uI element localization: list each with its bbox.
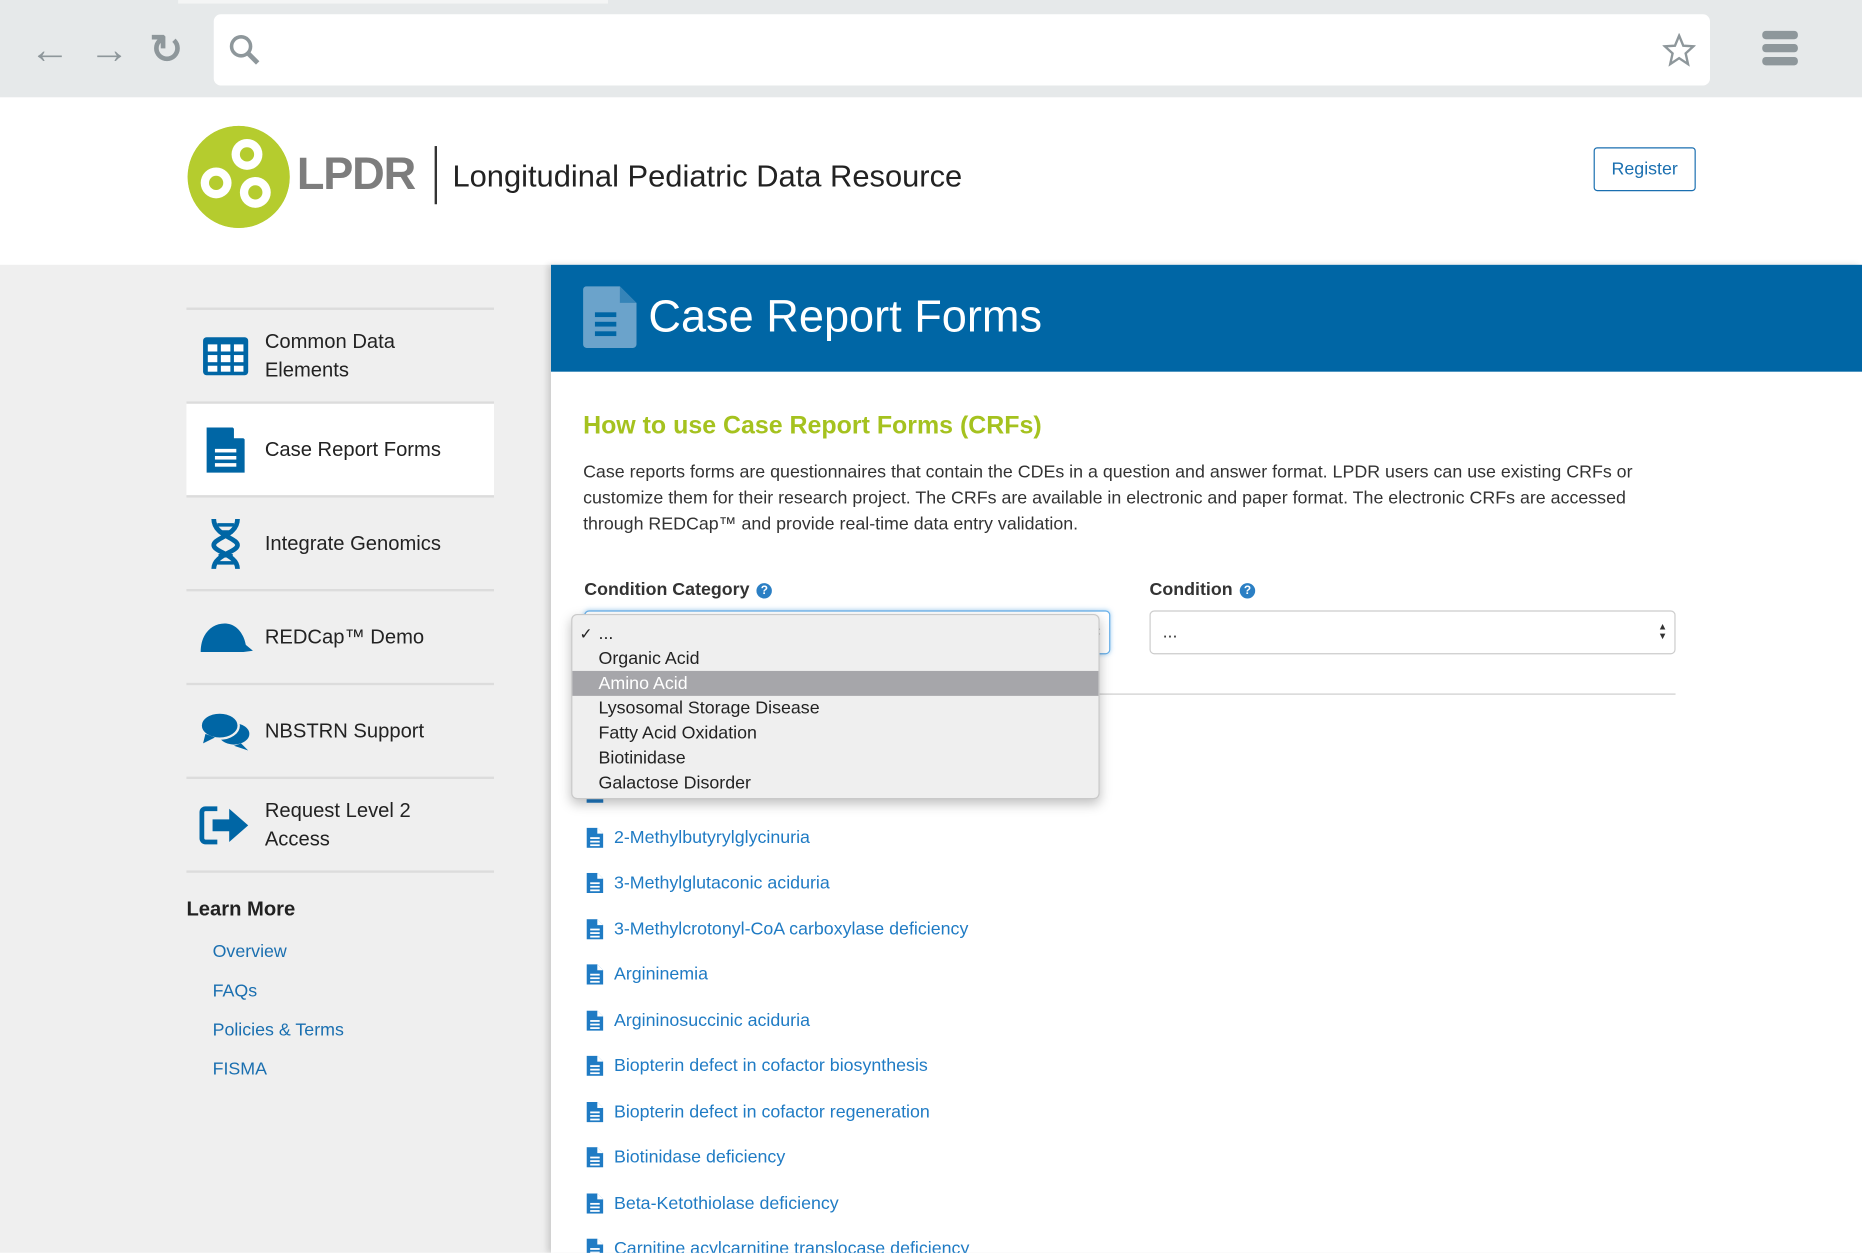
form-link[interactable]: Biotinidase deficiency — [586, 1144, 786, 1170]
option-label: Biotinidase — [598, 748, 686, 769]
document-icon — [586, 1238, 604, 1253]
page: ← → ↻ LPDR Longitudinal Pediatric Data R… — [0, 0, 1862, 1253]
sidebar-item-label: Integrate Genomics — [264, 531, 441, 554]
dropdown-option[interactable]: Fatty Acid Oxidation — [572, 721, 1098, 746]
option-label: Galactose Disorder — [598, 773, 751, 794]
form-link[interactable]: Beta-Ketothiolase deficiency — [586, 1190, 839, 1216]
document-icon — [186, 425, 264, 475]
reload-icon[interactable]: ↻ — [145, 29, 188, 72]
form-name: Biopterin defect in cofactor regeneratio… — [613, 1101, 930, 1122]
sidebar-item-common-data-elements[interactable]: Common Data Elements — [186, 307, 494, 402]
learn-more-heading: Learn More — [186, 897, 296, 921]
form-link[interactable]: 2-Methylbutyrylglycinuria — [586, 824, 810, 850]
header-divider — [434, 146, 437, 205]
form-link[interactable]: Biopterin defect in cofactor regeneratio… — [586, 1098, 930, 1124]
condition-select[interactable]: ... ▲ ▼ — [1149, 610, 1676, 655]
form-link[interactable]: Argininosuccinic aciduria — [586, 1007, 810, 1033]
select-arrows-icon: ▲▼ — [1657, 621, 1668, 642]
lpdr-logo-icon — [187, 125, 290, 228]
form-link[interactable]: Argininemia — [586, 961, 709, 987]
dropdown-option[interactable]: ✓... — [572, 621, 1098, 646]
dropdown-option[interactable]: Amino Acid — [572, 670, 1099, 696]
label-text: Condition — [1149, 579, 1233, 600]
form-name: Biotinidase deficiency — [613, 1147, 786, 1168]
document-icon — [586, 1009, 604, 1031]
form-link[interactable]: Carnitine acylcarnitine translocase defi… — [586, 1236, 970, 1253]
page-title: Case Report Forms — [648, 292, 1043, 342]
form-name: Argininosuccinic aciduria — [613, 1009, 810, 1031]
sidebar-item-label: NBSTRN Support — [264, 719, 425, 742]
document-icon — [586, 827, 604, 848]
cap-icon — [186, 620, 264, 653]
option-label: Amino Acid — [598, 673, 688, 694]
faqs-link[interactable]: FAQs — [213, 981, 258, 1001]
dropdown-option[interactable]: Galactose Disorder — [572, 771, 1098, 796]
sidebar-item-nbstrn-support[interactable]: NBSTRN Support — [186, 682, 494, 777]
option-label: ... — [598, 623, 614, 644]
select-value: ... — [1162, 622, 1178, 643]
sidebar-item-label: Request Level 2 Access — [264, 798, 411, 850]
form-link[interactable]: 3-Methylcrotonyl-CoA carboxylase deficie… — [586, 916, 969, 942]
dropdown-option[interactable]: Biotinidase — [572, 746, 1098, 771]
address-bar[interactable] — [213, 14, 1710, 86]
dropdown-option[interactable]: Organic Acid — [572, 646, 1098, 671]
sidebar-item-integrate-genomics[interactable]: Integrate Genomics — [186, 495, 494, 589]
form-name: Argininemia — [613, 964, 709, 985]
chat-bubbles-icon — [186, 710, 264, 753]
forward-icon[interactable]: → — [88, 29, 131, 72]
sidebar-item-label: REDCap™ Demo — [264, 625, 425, 648]
document-icon — [586, 1192, 604, 1214]
menu-icon[interactable] — [1762, 30, 1798, 70]
form-link[interactable]: 3-Methylglutaconic aciduria — [586, 870, 830, 896]
form-link[interactable]: Biopterin defect in cofactor biosynthesi… — [586, 1053, 928, 1079]
intro-paragraph: Case reports forms are questionnaires th… — [583, 461, 1633, 535]
condition-category-label: Condition Category? — [584, 579, 773, 600]
sidebar-item-case-report-forms[interactable]: Case Report Forms — [186, 401, 494, 496]
policies-terms-link[interactable]: Policies & Terms — [213, 1020, 344, 1040]
dna-icon — [186, 516, 264, 571]
fisma-link[interactable]: FISMA — [213, 1059, 267, 1079]
option-label: Fatty Acid Oxidation — [598, 723, 757, 744]
form-name: Carnitine acylcarnitine translocase defi… — [613, 1238, 970, 1253]
form-name: Biopterin defect in cofactor biosynthesi… — [613, 1055, 928, 1076]
form-name: 2-Methylbutyrylglycinuria — [613, 827, 810, 848]
form-name: 3-Methylglutaconic aciduria — [613, 872, 830, 893]
table-grid-icon — [186, 335, 264, 375]
sidebar-item-redcap-demo[interactable]: REDCap™ Demo — [186, 589, 494, 683]
sidebar-item-label: Common Data Elements — [264, 329, 395, 381]
condition-category-dropdown: ✓... Organic Acid Amino Acid Lysosomal Stor… — [571, 613, 1100, 800]
option-label: Lysosomal Storage Disease — [598, 698, 820, 719]
label-text: Condition Category — [584, 579, 750, 600]
document-icon — [586, 918, 604, 939]
condition-label: Condition? — [1150, 580, 1256, 600]
form-name: 3-Methylcrotonyl-CoA carboxylase deficie… — [613, 918, 969, 939]
document-icon — [583, 286, 637, 348]
document-icon — [586, 1101, 604, 1122]
sidebar-item-label: Case Report Forms — [264, 437, 441, 461]
search-icon — [229, 35, 260, 65]
overview-link[interactable]: Overview — [213, 942, 287, 962]
back-icon[interactable]: ← — [29, 29, 72, 72]
document-icon — [586, 964, 604, 985]
help-icon[interactable]: ? — [756, 583, 773, 599]
register-button[interactable]: Register — [1593, 147, 1696, 192]
checkmark-icon: ✓ — [579, 624, 593, 643]
document-icon — [586, 1147, 604, 1168]
star-icon[interactable] — [1662, 33, 1696, 67]
form-name: Beta-Ketothiolase deficiency — [613, 1192, 839, 1214]
section-heading: How to use Case Report Forms (CRFs) — [583, 412, 1042, 440]
dropdown-option[interactable]: Lysosomal Storage Disease — [572, 696, 1098, 721]
document-icon — [586, 1055, 604, 1076]
sign-in-icon — [186, 803, 264, 846]
document-icon — [586, 872, 604, 893]
browser-tab[interactable] — [178, 0, 608, 4]
site-title: Longitudinal Pediatric Data Resource — [452, 157, 963, 194]
help-icon[interactable]: ? — [1239, 583, 1256, 599]
logo-text: LPDR — [296, 149, 416, 200]
sidebar-item-request-level-2-access[interactable]: Request Level 2 Access — [186, 776, 494, 873]
option-label: Organic Acid — [598, 648, 700, 669]
